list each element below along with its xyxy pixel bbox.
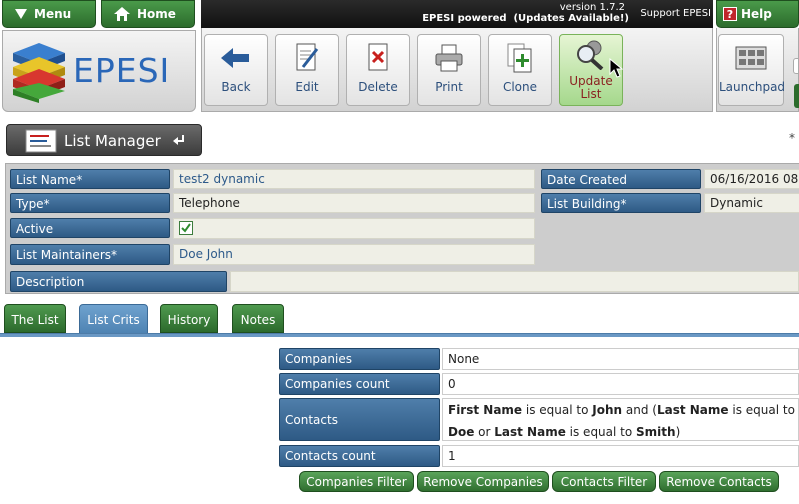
menu-button[interactable]: Menu — [2, 0, 96, 28]
updates-available-link[interactable]: (Updates Available!) — [513, 13, 629, 24]
delete-button[interactable]: Delete — [346, 34, 410, 106]
page-title: List Manager — [64, 132, 161, 150]
companies-label: Companies — [279, 348, 440, 370]
rule-field-2: Last Name — [656, 403, 729, 417]
list-maintainers-label: List Maintainers* — [10, 244, 170, 265]
powered-text: EPESI powered (Updates Available!) — [422, 13, 629, 24]
magnifier-gear-icon — [577, 40, 604, 70]
clone-document-icon — [507, 43, 532, 73]
contacts-rule: First Name is equal to John and (Last Na… — [442, 398, 799, 441]
clone-label: Clone — [502, 80, 538, 94]
rule-op-1: is equal to — [522, 403, 593, 417]
launchpad-grid-icon — [735, 46, 767, 70]
rule-field-3: Last Name — [494, 425, 566, 439]
mouse-cursor-icon — [609, 58, 623, 78]
edit-document-icon — [296, 43, 319, 71]
clone-button[interactable]: Clone — [488, 34, 552, 106]
help-icon: ? — [723, 7, 737, 21]
required-asterisk: * — [789, 131, 795, 145]
remove-companies-button[interactable]: Remove Companies — [417, 471, 549, 492]
contacts-count-label: Contacts count — [279, 445, 440, 467]
triangle-down-icon — [15, 9, 27, 19]
type-value: Telephone — [173, 193, 535, 213]
arrow-left-icon — [221, 48, 249, 68]
list-maintainers-value[interactable]: Doe John — [173, 244, 535, 265]
list-name-value: test2 dynamic — [173, 169, 535, 189]
status-bar: version 1.7.2 EPESI powered (Updates Ava… — [201, 0, 713, 28]
checkbox-checked-icon — [179, 221, 193, 235]
delete-document-icon — [368, 43, 388, 71]
rule-op-2: is equal to — [728, 403, 795, 417]
type-label: Type* — [10, 193, 170, 213]
launchpad-button[interactable]: Launchpad — [718, 34, 786, 106]
toolbar-edge-green — [794, 84, 799, 108]
list-manager-icon — [25, 129, 57, 153]
printer-icon — [435, 44, 463, 72]
rule-value-1: John — [592, 403, 623, 417]
logo-text: EPESI — [73, 51, 171, 90]
print-button[interactable]: Print — [417, 34, 481, 106]
rule-value-2: Doe — [448, 425, 475, 439]
companies-value: None — [442, 348, 799, 370]
launchpad-label: Launchpad — [719, 80, 786, 94]
delete-label: Delete — [358, 80, 398, 94]
home-icon — [114, 7, 130, 21]
page-title-bar: List Manager — [6, 124, 202, 156]
logo-panel: EPESI — [2, 30, 196, 112]
rule-field-1: First Name — [448, 403, 523, 417]
powered-label: EPESI powered — [422, 13, 507, 24]
tab-the-list[interactable]: The List — [4, 304, 66, 333]
contacts-count-value: 1 — [442, 445, 799, 467]
help-label: Help — [741, 7, 772, 21]
list-building-value: Dynamic — [704, 193, 799, 213]
date-created-value: 06/16/2016 08: — [704, 169, 799, 189]
toolbar-edge — [793, 58, 799, 74]
description-label: Description — [10, 271, 227, 292]
companies-count-label: Companies count — [279, 373, 440, 395]
home-label: Home — [137, 7, 176, 21]
active-label: Active — [10, 218, 170, 238]
print-label: Print — [435, 80, 463, 94]
tab-notes[interactable]: Notes — [232, 304, 284, 333]
back-button[interactable]: Back — [204, 34, 268, 106]
contacts-filter-button[interactable]: Contacts Filter — [552, 471, 656, 492]
description-value — [230, 271, 799, 292]
edit-button[interactable]: Edit — [275, 34, 339, 106]
update-label-line2: List — [580, 87, 602, 101]
back-label: Back — [221, 80, 251, 94]
rule-op-3: is equal to — [565, 425, 637, 439]
companies-count-value: 0 — [442, 373, 799, 395]
tab-underline — [0, 333, 799, 337]
date-created-label: Date Created — [541, 169, 701, 189]
menu-label: Menu — [34, 7, 72, 21]
logo-stack-icon — [13, 43, 65, 103]
version-text: version 1.7.2 — [559, 2, 625, 13]
companies-filter-button[interactable]: Companies Filter — [299, 471, 414, 492]
tab-list-crits[interactable]: List Crits — [79, 304, 148, 335]
support-link[interactable]: Support EPESI — [640, 8, 711, 19]
rule-close: ) — [675, 425, 681, 439]
rule-join-2: or — [474, 425, 495, 439]
remove-contacts-button[interactable]: Remove Contacts — [659, 471, 779, 492]
edit-label: Edit — [295, 80, 319, 94]
help-button[interactable]: ? Help — [716, 0, 799, 28]
active-value — [173, 218, 535, 239]
list-building-label: List Building* — [541, 193, 701, 213]
return-arrow-icon — [173, 135, 184, 145]
rule-join-1: and ( — [622, 403, 657, 417]
page: Menu Home version 1.7.2 EPESI powered (U… — [0, 0, 799, 504]
contacts-label: Contacts — [279, 398, 440, 441]
tab-history[interactable]: History — [160, 304, 218, 333]
list-name-label: List Name* — [10, 169, 170, 189]
home-button[interactable]: Home — [101, 0, 195, 28]
rule-value-3: Smith — [636, 425, 676, 439]
